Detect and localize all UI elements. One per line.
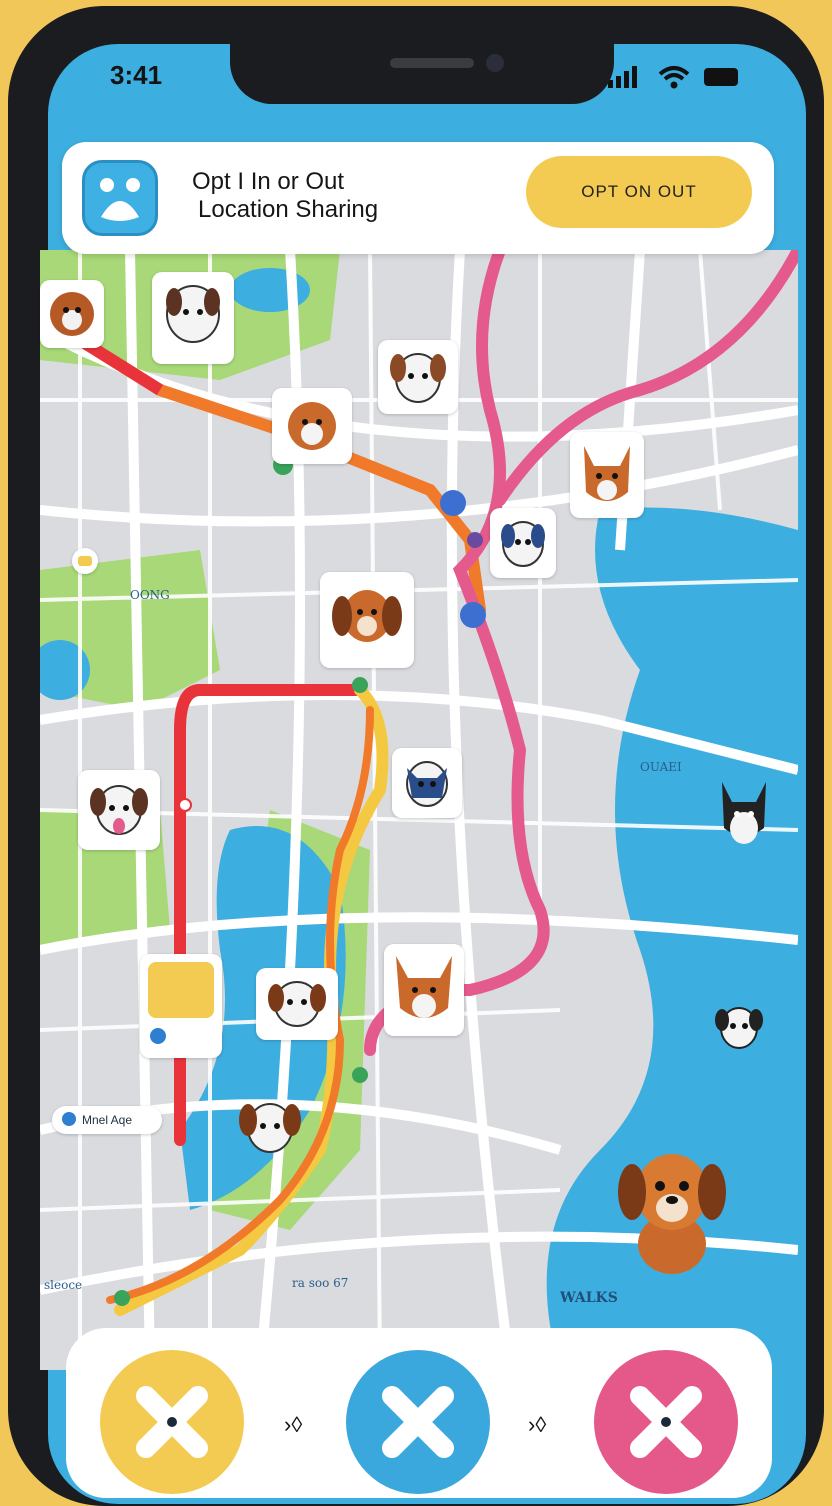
- close-icon: [630, 1386, 702, 1458]
- status-time: 3:41: [110, 60, 163, 90]
- front-camera: [486, 54, 504, 72]
- route-node: [460, 602, 486, 628]
- marker-label: Mnel Aqe: [82, 1113, 133, 1127]
- step-arrow: ›◊: [284, 1412, 303, 1437]
- location-dot-icon: [62, 1112, 76, 1126]
- close-icon: [382, 1386, 454, 1458]
- route-node: [352, 1067, 368, 1083]
- map-label-park: OONG: [130, 588, 170, 602]
- route-node: [114, 1290, 130, 1306]
- route-node: [352, 677, 368, 693]
- speaker: [390, 58, 474, 68]
- location-dot-icon: [150, 1028, 166, 1044]
- close-button-yellow[interactable]: [100, 1350, 244, 1494]
- map-label-bottom-left: sleoce: [44, 1278, 83, 1292]
- dog-avatar[interactable]: [606, 1134, 744, 1280]
- dog-avatar[interactable]: [712, 772, 776, 860]
- dog-avatar[interactable]: [708, 996, 770, 1058]
- header-card: Opt I In or Out Location Sharing OPT ON …: [62, 142, 774, 254]
- dog-avatar[interactable]: [392, 748, 462, 818]
- dog-avatar[interactable]: [384, 944, 464, 1036]
- dog-avatar[interactable]: [320, 572, 414, 668]
- title-line-2: Location Sharing: [198, 196, 379, 223]
- signal-icon: [608, 66, 738, 89]
- close-icon: [136, 1386, 208, 1458]
- dog-avatar[interactable]: [490, 508, 556, 578]
- dog-avatar[interactable]: [378, 340, 458, 414]
- dog-avatar[interactable]: [78, 770, 160, 850]
- pin-card[interactable]: [140, 954, 222, 1058]
- map-marker[interactable]: [72, 548, 98, 574]
- step-arrow: ›◊: [528, 1412, 547, 1437]
- dog-avatar[interactable]: [152, 272, 234, 364]
- map-label-river: WALKS: [560, 1290, 618, 1306]
- dog-avatar[interactable]: [40, 280, 104, 348]
- dog-avatar[interactable]: [272, 388, 352, 464]
- dog-avatar[interactable]: [570, 432, 644, 518]
- map-label-road: ra soo 67: [292, 1276, 349, 1290]
- title-line-1: Opt I In or Out: [192, 168, 345, 195]
- page-title: Opt I In or Out Location Sharing: [192, 168, 378, 224]
- route-node: [178, 798, 192, 812]
- route-node: [440, 490, 466, 516]
- dog-avatar[interactable]: [232, 1088, 308, 1170]
- close-button-pink[interactable]: [594, 1350, 738, 1494]
- paw-app-icon: [82, 160, 158, 236]
- paw-icon: [148, 962, 214, 1018]
- marker-icon: [78, 556, 92, 566]
- route-node: [467, 532, 483, 548]
- notch: [230, 44, 614, 104]
- close-button-blue[interactable]: [346, 1350, 490, 1494]
- location-marker-pill[interactable]: Mnel Aqe: [52, 1106, 162, 1134]
- map-label-lake: OUAEI: [640, 760, 682, 774]
- dog-avatar[interactable]: [256, 968, 338, 1040]
- bottom-action-bar: ›◊ ›◊: [66, 1328, 772, 1498]
- status-icons: [608, 60, 748, 94]
- opt-toggle-button[interactable]: OPT ON OUT: [526, 156, 752, 228]
